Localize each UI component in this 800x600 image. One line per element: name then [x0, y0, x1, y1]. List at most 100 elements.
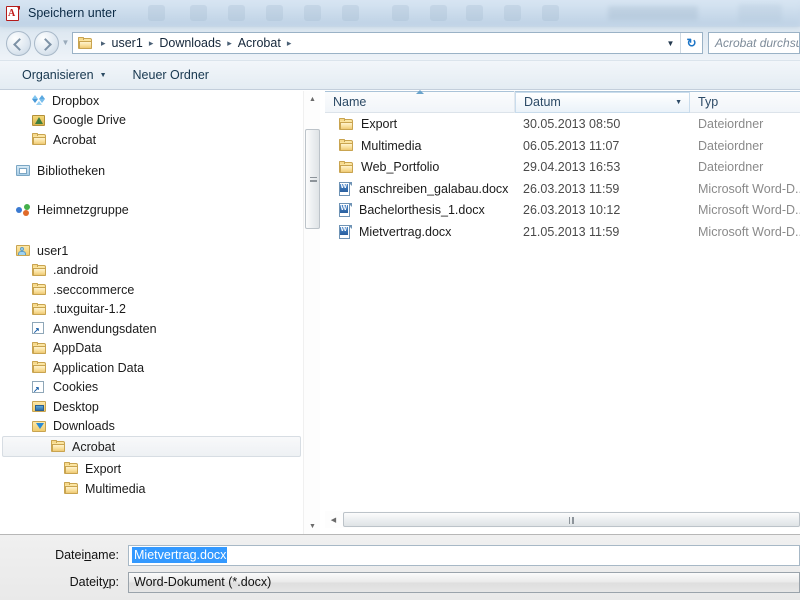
tree-vertical-scrollbar[interactable]: ▲ ▼	[303, 91, 320, 535]
dialog-footer: Dateiname: Mietvertrag.docx Dateityp: Wo…	[0, 534, 800, 600]
file-name-label: Multimedia	[361, 138, 422, 153]
tree-item-anwendungsdaten[interactable]: ↗ Anwendungsdaten	[0, 319, 303, 339]
acrobat-pdf-icon: A	[6, 5, 21, 21]
tree-item-heimnetzgruppe[interactable]: Heimnetzgruppe	[0, 200, 303, 220]
folder-icon	[51, 440, 66, 453]
breadcrumb-separator[interactable]: ▸	[97, 38, 110, 49]
triangle-left-icon[interactable]: ◀	[325, 511, 342, 528]
tree-item-label: AppData	[53, 341, 102, 356]
folder-icon	[32, 361, 47, 374]
triangle-down-icon[interactable]: ▼	[304, 518, 321, 535]
tree-item-label: Google Drive	[53, 113, 126, 128]
column-header-type[interactable]: Typ	[690, 91, 800, 113]
dialog-title: Speichern unter	[28, 6, 117, 20]
back-button[interactable]	[6, 30, 31, 56]
file-list-pane[interactable]: Name Datum ▼ Typ Export 30.05.2013 08:50 D…	[325, 90, 800, 535]
file-list-row[interactable]: Multimedia 06.05.2013 11:07 Dateiordner	[325, 135, 800, 157]
file-list-row[interactable]: Export 30.05.2013 08:50 Dateiordner	[325, 113, 800, 135]
tree-item-label: Application Data	[53, 360, 145, 375]
filetype-label: Dateityp:	[69, 575, 119, 589]
triangle-up-icon[interactable]: ▲	[304, 91, 321, 108]
search-input[interactable]: Acrobat durchsuchen	[708, 32, 800, 54]
folder-icon	[32, 283, 47, 296]
column-header-name[interactable]: Name	[325, 90, 515, 113]
scrollbar-thumb[interactable]	[305, 129, 320, 229]
gdrive-icon	[32, 114, 47, 127]
tree-item-label: Acrobat	[72, 439, 116, 454]
chevron-down-icon: ▼	[99, 71, 107, 79]
recent-locations-chevron-down-icon[interactable]: ▼	[59, 39, 72, 47]
filename-label: Dateiname:	[55, 548, 119, 562]
tree-item-label: .android	[53, 263, 99, 278]
file-name-label: Bachelorthesis_1.docx	[359, 203, 485, 217]
search-placeholder: Acrobat durchsuchen	[715, 36, 799, 50]
column-header-date[interactable]: Datum ▼	[515, 91, 690, 113]
tree-item-acrobat[interactable]: Acrobat	[0, 130, 303, 150]
column-header-date-label: Datum	[524, 95, 561, 109]
file-name-cell: Multimedia	[325, 139, 515, 153]
tree-item-tuxguitar-1-2[interactable]: .tuxguitar-1.2	[0, 300, 303, 320]
tree-item-acrobat[interactable]: Acrobat	[2, 436, 301, 457]
tree-item-label: Dropbox	[52, 93, 100, 108]
user-folder-icon	[16, 244, 31, 257]
file-list-row[interactable]: W Mietvertrag.docx 21.05.2013 11:59 Microso…	[325, 221, 800, 243]
folder-icon	[78, 36, 94, 50]
scrollbar-thumb[interactable]	[343, 512, 800, 527]
file-name-label: Mietvertrag.docx	[359, 224, 452, 239]
homegroup-icon	[16, 203, 31, 217]
tree-item-label: Bibliotheken	[37, 163, 106, 178]
folder-icon	[32, 302, 47, 316]
filetype-row: Dateityp: Word-Dokument (*.docx)	[0, 571, 800, 593]
address-dropdown-chevron-down-icon[interactable]: ▼	[661, 33, 680, 53]
file-name-cell: W Mietvertrag.docx	[325, 224, 515, 239]
tree-item-label: Cookies	[53, 380, 99, 395]
breadcrumb-item-acrobat[interactable]: Acrobat	[236, 36, 283, 50]
tree-item-downloads[interactable]: Downloads	[0, 417, 303, 437]
tree-item-label: Heimnetzgruppe	[37, 202, 129, 217]
folder-icon	[339, 117, 354, 131]
new-folder-button[interactable]: Neuer Ordner	[125, 65, 217, 85]
organize-button[interactable]: Organisieren ▼	[14, 65, 115, 85]
tree-item-android[interactable]: .android	[0, 261, 303, 281]
tree-item-bibliotheken[interactable]: Bibliotheken	[0, 161, 303, 181]
tree-item-appdata[interactable]: AppData	[0, 339, 303, 359]
breadcrumb-separator[interactable]: ▸	[223, 38, 236, 49]
tree-item-label: .seccommerce	[53, 282, 135, 297]
navigation-tree[interactable]: Dropbox Google Drive Acrobat Bibliotheken He…	[0, 91, 303, 535]
folder-icon	[64, 462, 79, 475]
file-type-cell: Dateiordner	[698, 160, 764, 174]
breadcrumb-item-downloads[interactable]: Downloads	[157, 36, 223, 50]
folder-icon	[32, 341, 47, 355]
tree-item-label: Export	[85, 461, 122, 476]
file-list-row[interactable]: Web_Portfolio 29.04.2013 16:53 Dateiordner	[325, 156, 800, 178]
word-doc-icon: W	[339, 224, 352, 239]
file-date-cell: 26.03.2013 10:12	[523, 203, 621, 217]
tree-item-desktop[interactable]: Desktop	[0, 397, 303, 417]
file-list-horizontal-scrollbar[interactable]: ◀	[325, 511, 800, 528]
breadcrumb-separator[interactable]: ▸	[145, 38, 158, 49]
refresh-icon[interactable]: ↻	[680, 33, 702, 53]
file-list-row[interactable]: Wanschreiben_galabau.docx 26.03.2013 11:5…	[325, 178, 800, 200]
file-name-label: anschreiben_galabau.docx	[359, 181, 509, 196]
breadcrumb[interactable]: ▸ user1 ▸ Downloads ▸ Acrobat ▸ ▼ ↻	[72, 32, 703, 54]
filename-input[interactable]: Mietvertrag.docx	[128, 544, 800, 566]
organize-label: Organisieren	[22, 68, 94, 82]
tree-item-cookies[interactable]: ↗ Cookies	[0, 378, 303, 398]
tree-item-multimedia[interactable]: Multimedia	[0, 479, 303, 499]
file-list-column-header: Name Datum ▼ Typ	[325, 90, 800, 113]
file-list-row[interactable]: W Bachelorthesis_1.docx 26.03.2013 10:12 Mi…	[325, 199, 800, 221]
tree-item-dropbox[interactable]: Dropbox	[0, 91, 303, 111]
word-doc-icon: W	[339, 181, 352, 196]
forward-button[interactable]	[34, 30, 59, 56]
tree-item-application-data[interactable]: Application Data	[0, 358, 303, 378]
save-as-dialog: A Speichern unter ▼ ▸ user1 ▸ Downloads …	[0, 0, 800, 600]
breadcrumb-separator[interactable]: ▸	[283, 38, 296, 49]
chevron-down-icon[interactable]: ▼	[675, 99, 682, 106]
tree-item-google-drive[interactable]: Google Drive	[0, 111, 303, 131]
breadcrumb-item-user1[interactable]: user1	[110, 36, 145, 50]
filetype-select[interactable]: Word-Dokument (*.docx)	[128, 571, 800, 593]
tree-item-export[interactable]: Export	[0, 459, 303, 479]
tree-item-seccommerce[interactable]: .seccommerce	[0, 280, 303, 300]
tree-item-user1[interactable]: user1	[0, 241, 303, 261]
folder-icon	[32, 263, 47, 277]
